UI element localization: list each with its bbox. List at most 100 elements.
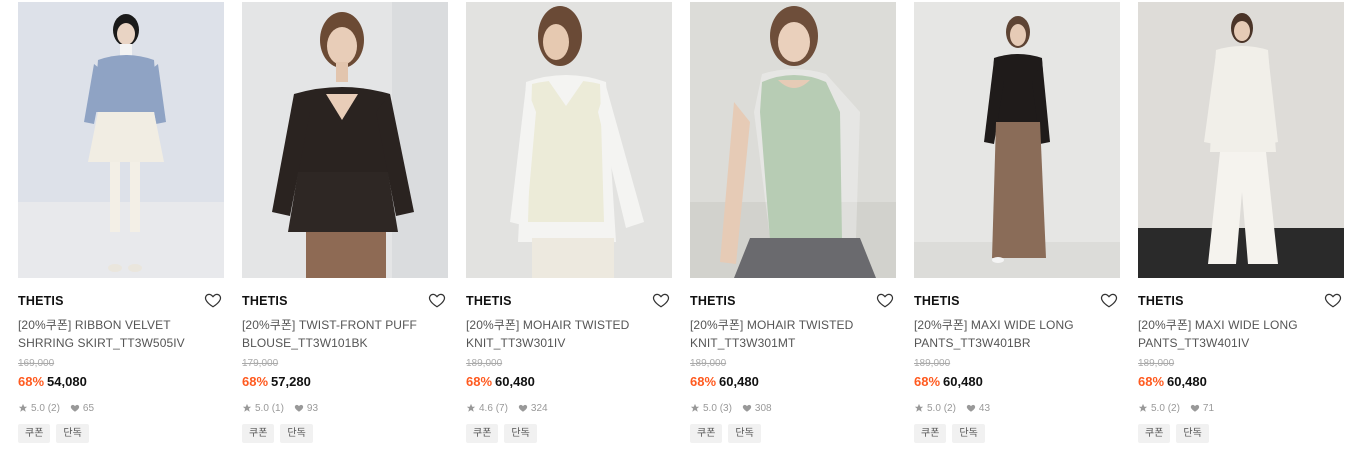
product-image[interactable] [466,2,672,278]
heart-icon[interactable] [652,291,670,309]
discount-rate: 68% [1138,374,1165,389]
price-row: 68% 60,480 [1138,373,1344,391]
original-price: 189,000 [1138,358,1175,369]
product-meta: 5.0 (2) 71 [1138,401,1344,415]
product-meta: 5.0 (1) 93 [242,401,448,415]
tag-coupon: 쿠폰 [242,424,275,443]
rating: 5.0 [1151,402,1165,414]
sale-price: 54,080 [47,374,87,389]
original-price: 189,000 [466,358,503,369]
title-line: [20%쿠폰] MOHAIR TWISTED [690,318,854,332]
brand-name[interactable]: THETIS [242,294,288,308]
tag-exclusive: 단독 [280,424,313,443]
tag-list: 쿠폰 단독 [914,424,1120,443]
product-card[interactable]: THETIS [20%쿠폰] RIBBON VELVET SHRRING SKI… [18,2,224,443]
star-icon [18,403,28,412]
rating: 5.0 [927,402,941,414]
original-price: 169,000 [18,358,55,369]
price-row: 68% 60,480 [690,373,896,391]
product-image[interactable] [690,2,896,278]
product-image[interactable] [242,2,448,278]
tag-list: 쿠폰 단독 [690,424,896,443]
product-title[interactable]: [20%쿠폰] MOHAIR TWISTED KNIT_TT3W301MT [690,316,896,352]
product-meta: 5.0 (3) 308 [690,401,896,415]
rating: 5.0 [703,402,717,414]
product-card[interactable]: THETIS [20%쿠폰] MAXI WIDE LONG PANTS_TT3W… [1138,2,1344,443]
product-meta: 4.6 (7) 324 [466,401,672,415]
brand-row: THETIS [690,291,896,311]
sale-price: 60,480 [943,374,983,389]
sale-price: 60,480 [719,374,759,389]
title-line: [20%쿠폰] MAXI WIDE LONG [914,318,1074,332]
heart-icon[interactable] [1100,291,1118,309]
title-line: KNIT_TT3W301IV [466,336,566,350]
like-count: 93 [306,402,319,414]
product-grid: THETIS [20%쿠폰] RIBBON VELVET SHRRING SKI… [0,0,1351,476]
title-line: [20%쿠폰] MAXI WIDE LONG [1138,318,1298,332]
original-price: 189,000 [690,358,727,369]
product-image[interactable] [914,2,1120,278]
tag-coupon: 쿠폰 [466,424,499,443]
like-count: 65 [82,402,95,414]
discount-rate: 68% [242,374,269,389]
review-count: (2) [47,402,60,414]
title-line: SHRRING SKIRT_TT3W505IV [18,336,185,350]
product-title[interactable]: [20%쿠폰] MAXI WIDE LONG PANTS_TT3W401IV [1138,316,1344,352]
title-line: KNIT_TT3W301MT [690,336,796,350]
product-card[interactable]: THETIS [20%쿠폰] MAXI WIDE LONG PANTS_TT3W… [914,2,1120,443]
heart-icon[interactable] [1324,291,1342,309]
brand-name[interactable]: THETIS [914,294,960,308]
product-card[interactable]: THETIS [20%쿠폰] TWIST-FRONT PUFF BLOUSE_T… [242,2,448,443]
brand-row: THETIS [242,291,448,311]
brand-name[interactable]: THETIS [466,294,512,308]
product-title[interactable]: [20%쿠폰] RIBBON VELVET SHRRING SKIRT_TT3W… [18,316,224,352]
title-line: [20%쿠폰] RIBBON VELVET [18,318,171,332]
product-title[interactable]: [20%쿠폰] MAXI WIDE LONG PANTS_TT3W401BR [914,316,1120,352]
tag-exclusive: 단독 [504,424,537,443]
tag-exclusive: 단독 [728,424,761,443]
rating: 5.0 [31,402,45,414]
heart-icon[interactable] [876,291,894,309]
product-meta: 5.0 (2) 65 [18,401,224,415]
product-title[interactable]: [20%쿠폰] MOHAIR TWISTED KNIT_TT3W301IV [466,316,672,352]
like-count: 71 [1202,402,1215,414]
heart-icon[interactable] [428,291,446,309]
price-row: 68% 54,080 [18,373,224,391]
brand-name[interactable]: THETIS [18,294,64,308]
tag-list: 쿠폰 단독 [1138,424,1344,443]
heart-filled-icon [70,404,80,412]
price-row: 68% 57,280 [242,373,448,391]
review-count: (2) [1167,402,1180,414]
brand-name[interactable]: THETIS [690,294,736,308]
rating: 5.0 [255,402,269,414]
tag-coupon: 쿠폰 [914,424,947,443]
product-card[interactable]: THETIS [20%쿠폰] MOHAIR TWISTED KNIT_TT3W3… [466,2,672,443]
tag-coupon: 쿠폰 [690,424,723,443]
title-line: PANTS_TT3W401IV [1138,336,1250,350]
like-count: 324 [530,402,548,414]
tag-exclusive: 단독 [952,424,985,443]
discount-rate: 68% [466,374,493,389]
tag-list: 쿠폰 단독 [242,424,448,443]
price-row: 68% 60,480 [466,373,672,391]
tag-coupon: 쿠폰 [1138,424,1171,443]
original-price: 189,000 [914,358,951,369]
sale-price: 60,480 [1167,374,1207,389]
product-image[interactable] [1138,2,1344,278]
star-icon [690,403,700,412]
brand-row: THETIS [18,291,224,311]
star-icon [1138,403,1148,412]
product-title[interactable]: [20%쿠폰] TWIST-FRONT PUFF BLOUSE_TT3W101B… [242,316,448,352]
original-price: 179,000 [242,358,279,369]
heart-icon[interactable] [204,291,222,309]
price-row: 68% 60,480 [914,373,1120,391]
review-count: (1) [271,402,284,414]
product-card[interactable]: THETIS [20%쿠폰] MOHAIR TWISTED KNIT_TT3W3… [690,2,896,443]
product-meta: 5.0 (2) 43 [914,401,1120,415]
brand-row: THETIS [914,291,1120,311]
brand-row: THETIS [1138,291,1344,311]
product-image[interactable] [18,2,224,278]
discount-rate: 68% [18,374,45,389]
brand-name[interactable]: THETIS [1138,294,1184,308]
tag-coupon: 쿠폰 [18,424,51,443]
